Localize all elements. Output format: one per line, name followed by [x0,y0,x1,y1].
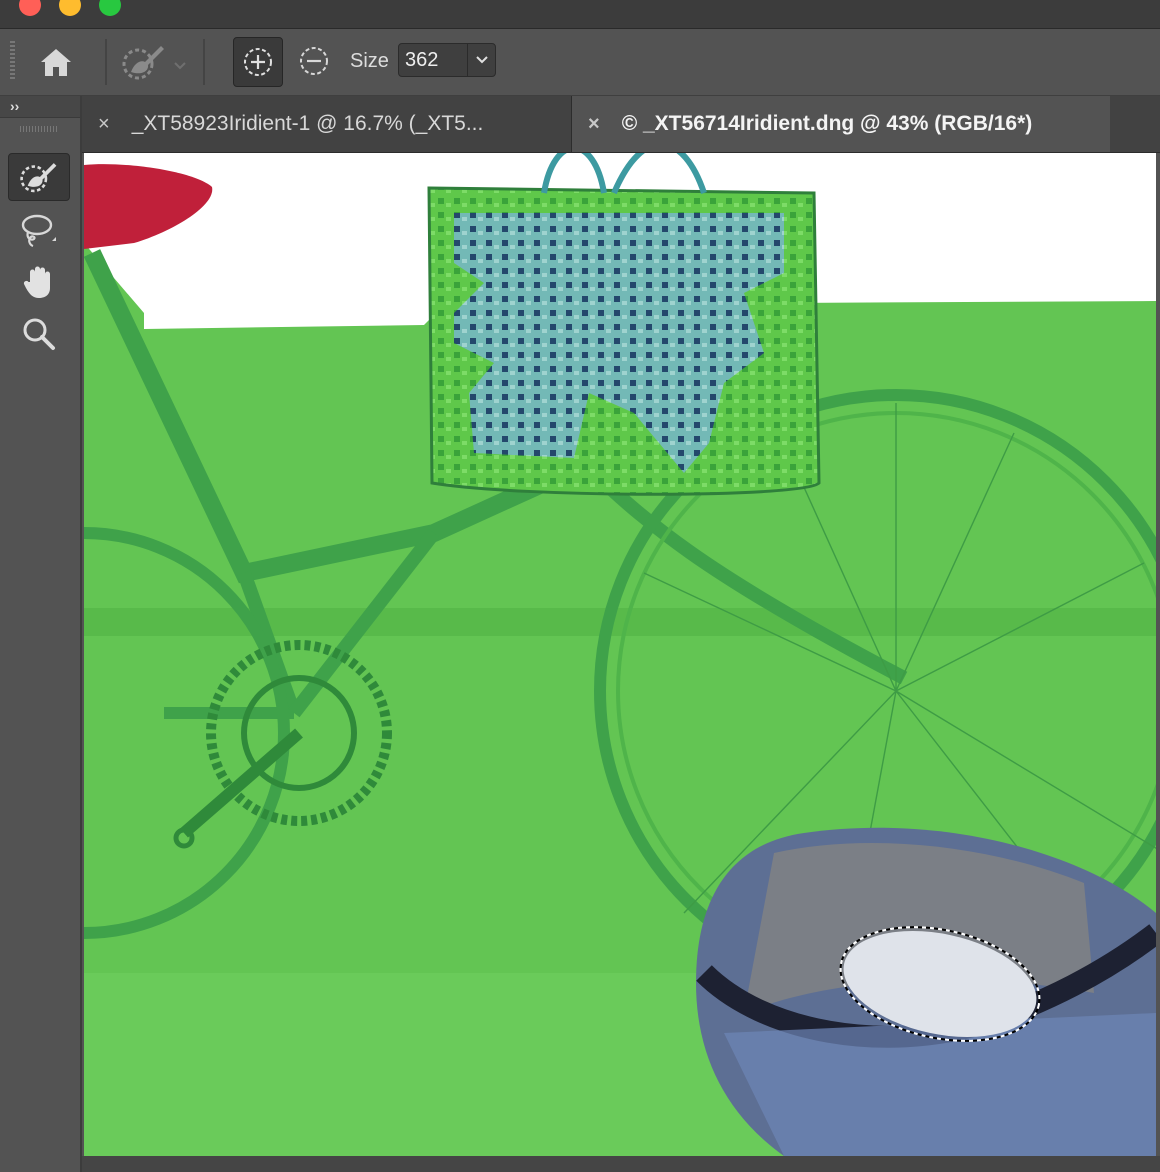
brush-preset-picker[interactable] [114,39,194,85]
canvas-artwork [84,153,1156,1156]
size-label: Size [350,50,389,72]
circle-plus-icon [244,48,272,76]
tab-label: _XT58923Iridient-1 @ 16.7% (_XT5... [131,112,484,135]
chevron-down-icon [174,62,186,70]
subtract-from-selection-button[interactable] [292,39,336,83]
panel-expand-button[interactable]: ›› [0,96,80,118]
tab-document-2[interactable]: × © _XT56714Iridient.dng @ 43% (RGB/16*) [572,96,1110,152]
close-window-dot[interactable] [19,0,41,16]
home-icon [41,49,71,76]
close-tab-button[interactable]: × [98,113,110,136]
tools-panel: ›› [0,96,82,1172]
tab-document-1[interactable]: × _XT58923Iridient-1 @ 16.7% (_XT5... [82,96,572,152]
toolbar-separator [105,39,107,85]
options-toolbar: Size [0,29,1160,96]
hand-tool[interactable] [8,258,70,306]
toolbar-grip[interactable] [10,41,15,81]
zoom-window-dot[interactable] [99,0,121,16]
select-brush-tool[interactable] [8,153,70,201]
document-tab-bar: × _XT58923Iridient-1 @ 16.7% (_XT5... × … [82,96,1160,153]
panel-grip[interactable] [20,126,58,132]
circle-minus-icon [300,47,328,75]
minimize-window-dot[interactable] [59,0,81,16]
tab-label: © _XT56714Iridient.dng @ 43% (RGB/16*) [621,112,1033,135]
zoom-tool[interactable] [8,310,70,358]
home-button[interactable] [34,41,78,83]
toolbar-separator [203,39,205,85]
magnifier-icon [23,318,55,350]
size-dropdown-button[interactable] [468,44,496,76]
size-control [398,43,496,77]
window-title-bar [0,0,1160,29]
lasso-icon [21,214,56,248]
canvas-bottom-edge [82,1156,1160,1172]
select-brush-icon [122,46,164,80]
select-brush-icon [20,163,57,193]
add-to-selection-button[interactable] [233,37,283,87]
size-input[interactable] [399,44,465,76]
hand-icon [23,266,50,298]
image-canvas[interactable] [84,153,1156,1156]
chevron-down-icon [476,56,488,64]
lasso-tool[interactable] [8,206,70,254]
close-tab-button[interactable]: × [588,113,600,136]
